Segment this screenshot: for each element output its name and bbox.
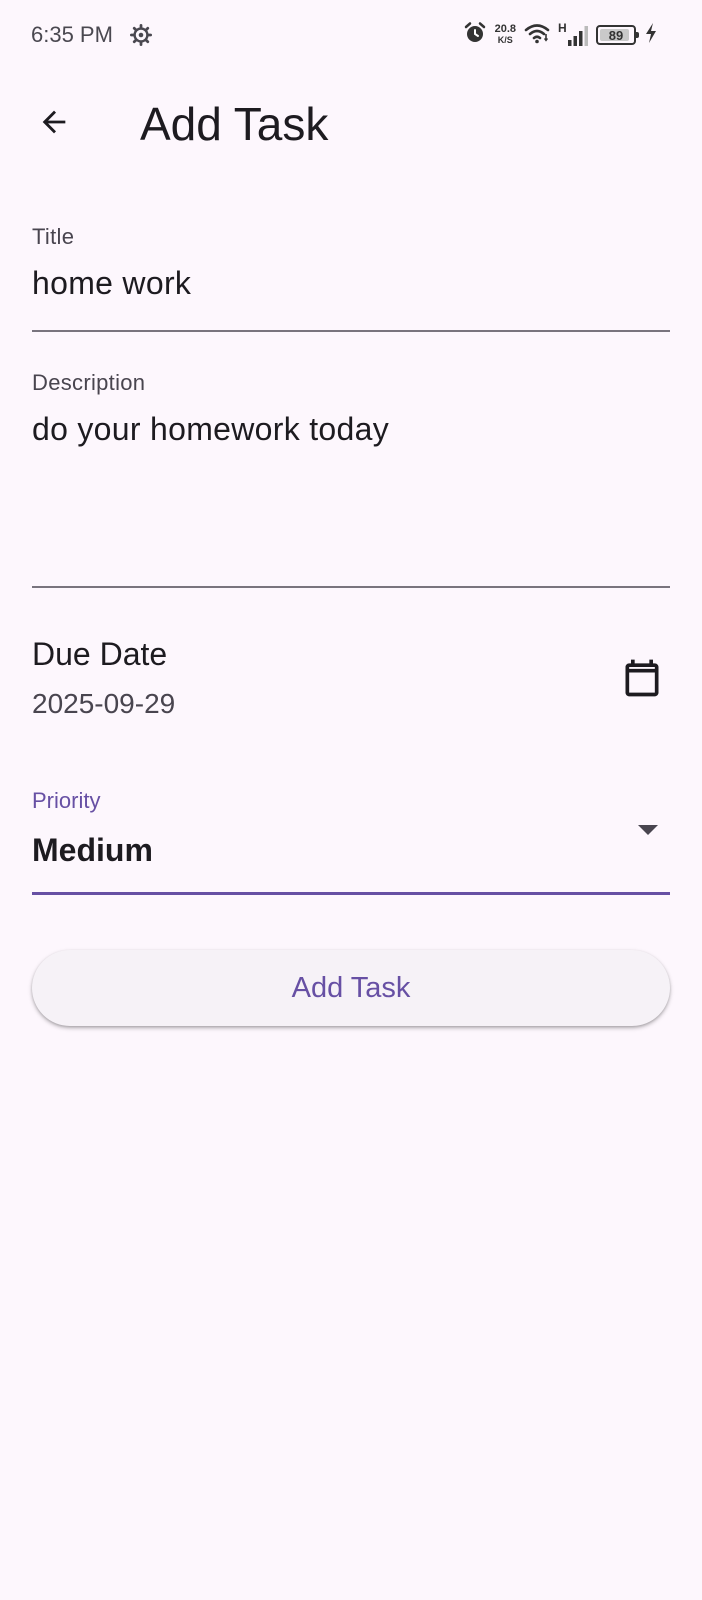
calendar-button[interactable] <box>614 652 670 708</box>
alarm-icon <box>463 21 487 50</box>
page-title: Add Task <box>140 98 329 150</box>
priority-dropdown[interactable]: Priority Medium <box>32 780 670 895</box>
add-task-button[interactable]: Add Task <box>32 950 670 1026</box>
description-field[interactable]: Description do your homework today <box>32 361 670 588</box>
priority-selected-value: Medium <box>32 832 153 868</box>
priority-label: Priority <box>32 788 101 813</box>
title-field[interactable]: Title home work <box>32 215 670 332</box>
description-input[interactable]: do your homework today <box>32 411 389 448</box>
signal-icon: H <box>558 21 588 47</box>
net-speed-value: 20.8 <box>494 23 516 35</box>
wifi-icon <box>524 22 550 49</box>
dropdown-arrow-icon <box>638 825 658 835</box>
status-time: 6:35 PM <box>31 22 113 47</box>
battery-level: 89 <box>608 27 624 43</box>
status-icons: 20.8 K/S H 89 <box>463 18 658 52</box>
gear-icon <box>130 24 152 46</box>
status-bar: 6:35 PM 20.8 K/S H 89 <box>0 0 702 72</box>
calendar-icon <box>620 656 664 705</box>
net-speed-unit: K/S <box>497 35 513 45</box>
net-speed: 20.8 K/S <box>495 24 516 46</box>
arrow-back-icon <box>37 105 71 144</box>
back-button[interactable] <box>30 100 78 148</box>
battery-icon: 89 <box>596 25 639 45</box>
due-date-row[interactable]: Due Date 2025-09-29 <box>32 620 670 730</box>
title-label: Title <box>32 224 75 249</box>
title-input[interactable]: home work <box>32 265 191 302</box>
due-date-value: 2025-09-29 <box>32 688 176 719</box>
due-date-label: Due Date <box>32 636 168 672</box>
charging-icon <box>644 22 658 49</box>
description-label: Description <box>32 370 146 395</box>
